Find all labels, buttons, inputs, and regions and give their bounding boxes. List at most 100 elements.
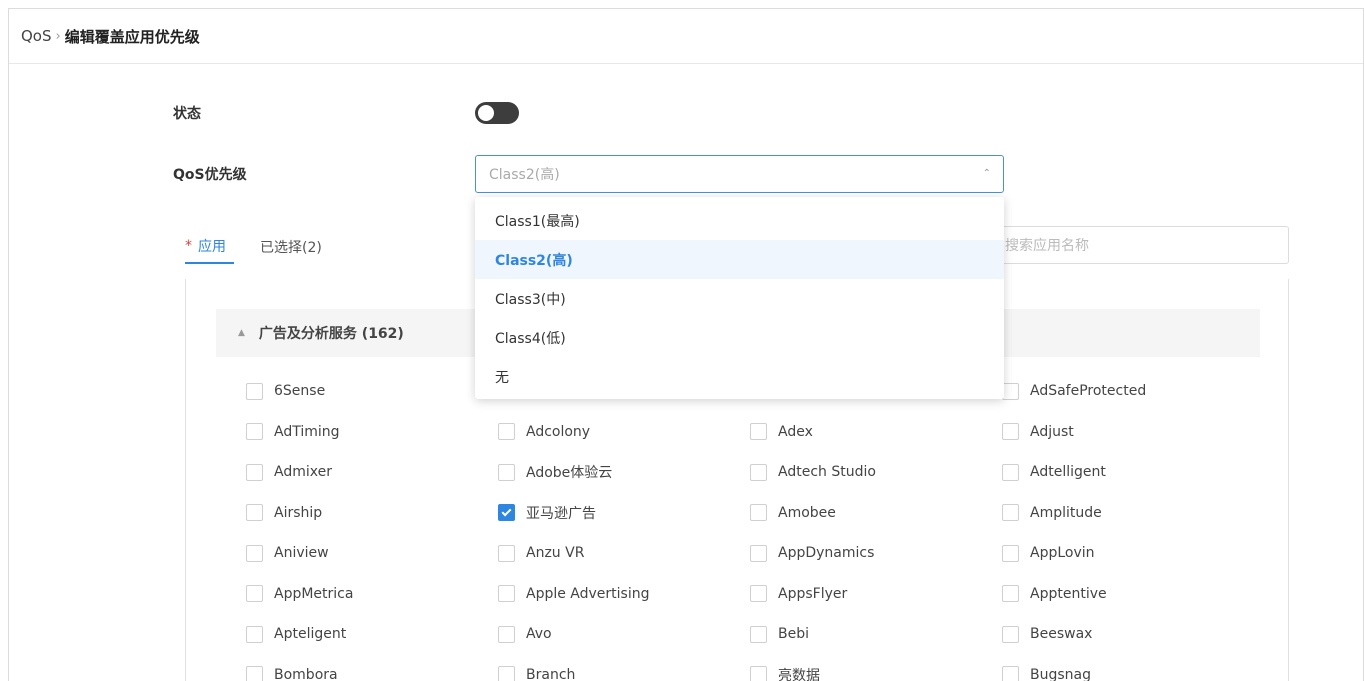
app-item[interactable]: Apteligent xyxy=(246,625,498,643)
app-checkbox[interactable] xyxy=(246,423,263,441)
app-checkbox[interactable] xyxy=(498,585,515,603)
app-item[interactable]: AdTiming xyxy=(246,423,498,441)
app-name: Adcolony xyxy=(526,423,591,440)
caret-up-icon: ▲ xyxy=(238,328,245,338)
app-name: Admixer xyxy=(274,464,332,481)
app-checkbox[interactable] xyxy=(498,666,515,681)
app-checkbox[interactable] xyxy=(1002,666,1019,681)
app-name: Bugsnag xyxy=(1030,666,1091,681)
app-checkbox[interactable] xyxy=(246,544,263,562)
app-checkbox[interactable] xyxy=(750,666,767,681)
app-checkbox[interactable] xyxy=(1002,463,1019,481)
app-item[interactable]: Amobee xyxy=(750,504,1002,522)
app-item[interactable]: Adtelligent xyxy=(1002,463,1254,481)
app-checkbox[interactable] xyxy=(246,504,263,522)
app-item[interactable]: Anzu VR xyxy=(498,544,750,562)
app-row: Aniview Anzu VR AppDynamics AppLovin xyxy=(246,533,1256,574)
app-item[interactable]: AppMetrica xyxy=(246,585,498,603)
app-name: Avo xyxy=(526,626,552,643)
app-item[interactable]: Admixer xyxy=(246,463,498,481)
app-item[interactable]: Adjust xyxy=(1002,423,1254,441)
app-checkbox[interactable] xyxy=(246,382,263,400)
header-divider xyxy=(9,63,1363,64)
app-item[interactable]: Bugsnag xyxy=(1002,666,1254,681)
app-checkbox[interactable] xyxy=(1002,544,1019,562)
app-item[interactable]: Adtech Studio xyxy=(750,463,1002,481)
app-checkbox[interactable] xyxy=(246,463,263,481)
app-checkbox[interactable] xyxy=(498,504,515,522)
qos-priority-value: Class2(高) xyxy=(489,167,560,183)
app-checkbox[interactable] xyxy=(498,625,515,643)
app-checkbox[interactable] xyxy=(750,504,767,522)
app-item[interactable]: AppsFlyer xyxy=(750,585,1002,603)
app-checkbox[interactable] xyxy=(246,666,263,681)
app-item[interactable]: Avo xyxy=(498,625,750,643)
app-item[interactable]: 亮数据 xyxy=(750,665,1002,681)
app-name: AppsFlyer xyxy=(778,585,848,602)
app-name: Adex xyxy=(778,423,813,440)
app-name: AppMetrica xyxy=(274,585,354,602)
search-placeholder: 搜索应用名称 xyxy=(1005,238,1089,254)
app-checkbox[interactable] xyxy=(246,625,263,643)
app-item[interactable]: Airship xyxy=(246,504,498,522)
app-name: Adjust xyxy=(1030,423,1074,440)
app-item[interactable]: Adex xyxy=(750,423,1002,441)
app-item[interactable]: 亚马逊广告 xyxy=(498,503,750,523)
status-label: 状态 xyxy=(173,106,201,122)
app-item[interactable]: AdSafeProtected xyxy=(1002,382,1254,400)
app-item[interactable]: Adobe体验云 xyxy=(498,462,750,482)
dropdown-option[interactable]: Class4(低) xyxy=(475,318,1004,357)
app-name: Bombora xyxy=(274,666,338,681)
app-item[interactable]: Amplitude xyxy=(1002,504,1254,522)
app-item[interactable]: Apple Advertising xyxy=(498,585,750,603)
dropdown-option[interactable]: Class1(最高) xyxy=(475,201,1004,240)
app-item[interactable]: Beeswax xyxy=(1002,625,1254,643)
app-checkbox[interactable] xyxy=(246,585,263,603)
app-item[interactable]: AppDynamics xyxy=(750,544,1002,562)
app-item[interactable]: Bombora xyxy=(246,666,498,681)
app-checkbox[interactable] xyxy=(1002,585,1019,603)
page-frame: QoS › 编辑覆盖应用优先级 状态 QoS优先级 Class2(高) ⌃ * … xyxy=(8,8,1364,681)
app-checkbox[interactable] xyxy=(1002,382,1019,400)
category-name: 广告及分析服务 (162) xyxy=(258,326,404,342)
app-checkbox[interactable] xyxy=(498,423,515,441)
app-name: Apple Advertising xyxy=(526,585,650,602)
app-item[interactable]: Bebi xyxy=(750,625,1002,643)
app-checkbox[interactable] xyxy=(750,625,767,643)
app-checkbox[interactable] xyxy=(1002,423,1019,441)
app-checkbox[interactable] xyxy=(750,544,767,562)
app-item[interactable]: 6Sense xyxy=(246,382,498,400)
tab-selected[interactable]: 已选择(2) xyxy=(260,230,322,264)
app-item[interactable]: Branch xyxy=(498,666,750,681)
app-item[interactable]: Aniview xyxy=(246,544,498,562)
app-checkbox[interactable] xyxy=(498,463,515,481)
app-row: Apteligent Avo Bebi Beeswax xyxy=(246,614,1256,655)
checkmark-icon xyxy=(501,506,512,517)
app-name: Adobe体验云 xyxy=(526,465,613,482)
app-checkbox[interactable] xyxy=(750,423,767,441)
app-name: Branch xyxy=(526,666,576,681)
app-name: Bebi xyxy=(778,626,809,643)
dropdown-option[interactable]: Class3(中) xyxy=(475,279,1004,318)
dropdown-option[interactable]: 无 xyxy=(475,357,1004,396)
app-checkbox[interactable] xyxy=(750,463,767,481)
search-input[interactable]: 搜索应用名称 xyxy=(994,226,1289,264)
app-name: Anzu VR xyxy=(526,545,585,562)
app-name: AppDynamics xyxy=(778,545,875,562)
app-item[interactable]: AppLovin xyxy=(1002,544,1254,562)
app-name: Beeswax xyxy=(1030,626,1093,643)
status-toggle[interactable] xyxy=(475,102,519,124)
app-item[interactable]: Adcolony xyxy=(498,423,750,441)
breadcrumb-root[interactable]: QoS xyxy=(21,27,52,45)
app-checkbox[interactable] xyxy=(1002,625,1019,643)
dropdown-option[interactable]: Class2(高) xyxy=(475,240,1004,279)
app-checkbox[interactable] xyxy=(1002,504,1019,522)
app-item[interactable]: Apptentive xyxy=(1002,585,1254,603)
breadcrumb-separator: › xyxy=(55,28,61,44)
app-checkbox[interactable] xyxy=(498,544,515,562)
qos-priority-select[interactable]: Class2(高) ⌃ xyxy=(475,155,1004,193)
app-name: Amplitude xyxy=(1030,504,1102,521)
app-checkbox[interactable] xyxy=(750,585,767,603)
app-name: 亚马逊广告 xyxy=(526,505,596,522)
tab-apps[interactable]: * 应用 xyxy=(185,230,234,264)
